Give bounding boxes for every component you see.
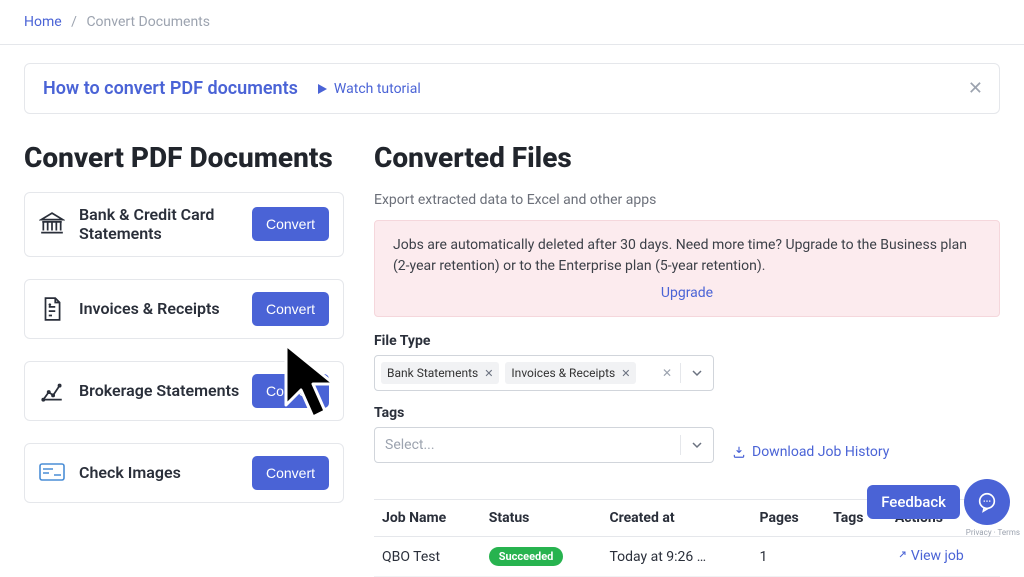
watch-tutorial-label: Watch tutorial [334,81,421,97]
col-pages[interactable]: Pages [752,500,826,537]
chip-invoices-receipts-remove[interactable]: ✕ [621,367,630,380]
chat-bubble-button[interactable] [964,479,1010,525]
breadcrumb-separator: / [71,14,77,30]
card-checks: Check Images Convert [24,443,344,503]
cell-job-name: QBO Test [374,537,481,577]
table-row[interactable]: QBO Test Succeeded Today at 9:26 … 1 Vie… [374,537,1000,577]
filetype-select[interactable]: Bank Statements ✕ Invoices & Receipts ✕ … [374,355,714,391]
retention-notice-text: Jobs are automatically deleted after 30 … [393,237,967,274]
card-invoices: Invoices & Receipts Convert [24,279,344,339]
convert-bank-button[interactable]: Convert [252,207,329,241]
convert-brokerage-button[interactable]: Convert [252,374,329,408]
filetype-divider [680,363,681,383]
tags-label: Tags [374,405,1000,421]
card-bank-credit-label: Bank & Credit Card Statements [79,205,240,243]
tags-divider [680,435,681,455]
col-job-name[interactable]: Job Name [374,500,481,537]
brokerage-icon [39,378,67,404]
bank-icon [39,211,67,237]
invoice-icon [39,296,67,322]
card-bank-credit: Bank & Credit Card Statements Convert [24,192,344,256]
filetype-clear-all[interactable]: ✕ [660,366,674,380]
recaptcha-badge: Privacy · Terms [966,528,1020,537]
chip-bank-statements: Bank Statements ✕ [381,362,499,384]
converted-subtitle: Export extracted data to Excel and other… [374,192,1000,208]
share-icon [895,550,907,562]
chip-bank-statements-label: Bank Statements [387,366,478,380]
chat-icon [976,491,998,513]
converted-heading: Converted Files [374,142,1000,174]
convert-checks-button[interactable]: Convert [252,456,329,490]
cell-tags [825,537,887,577]
convert-documents-panel: Convert PDF Documents Bank & Credit Card… [24,142,344,525]
view-job-label: View job [911,548,964,564]
tutorial-title: How to convert PDF documents [43,78,298,99]
col-status[interactable]: Status [481,500,602,537]
card-invoices-label: Invoices & Receipts [79,299,240,318]
chevron-down-icon [691,367,703,379]
chip-bank-statements-remove[interactable]: ✕ [484,367,493,380]
retention-notice: Jobs are automatically deleted after 30 … [374,220,1000,317]
convert-invoices-button[interactable]: Convert [252,292,329,326]
col-created[interactable]: Created at [601,500,751,537]
chip-invoices-receipts: Invoices & Receipts ✕ [505,362,636,384]
upgrade-link[interactable]: Upgrade [393,283,981,304]
view-job-link[interactable]: View job [895,548,964,564]
breadcrumb-home[interactable]: Home [24,14,62,30]
chevron-down-icon [691,439,703,451]
tags-caret[interactable] [687,439,707,451]
chip-invoices-receipts-label: Invoices & Receipts [511,366,615,380]
play-icon [316,83,328,95]
card-brokerage-label: Brokerage Statements [79,381,240,400]
feedback-button[interactable]: Feedback [867,485,960,519]
breadcrumb: Home / Convert Documents [0,0,1024,45]
cell-actions: View job [887,537,1000,577]
cell-pages: 1 [752,537,826,577]
download-history-label: Download Job History [752,444,889,460]
download-history-link[interactable]: Download Job History [732,444,889,460]
card-checks-label: Check Images [79,463,240,482]
watch-tutorial-link[interactable]: Watch tutorial [316,81,421,97]
filetype-label: File Type [374,333,1000,349]
convert-heading: Convert PDF Documents [24,142,344,174]
tags-placeholder: Select... [385,437,674,453]
cell-status: Succeeded [481,537,602,577]
check-image-icon [39,463,67,483]
tags-select[interactable]: Select... [374,427,714,463]
filetype-caret[interactable] [687,367,707,379]
card-brokerage: Brokerage Statements Convert [24,361,344,421]
tutorial-banner: How to convert PDF documents Watch tutor… [24,63,1000,114]
cell-created: Today at 9:26 … [601,537,751,577]
breadcrumb-current: Convert Documents [86,14,210,30]
status-pill-succeeded: Succeeded [489,547,564,566]
tutorial-close-button[interactable]: ✕ [968,78,983,99]
download-icon [732,445,746,459]
